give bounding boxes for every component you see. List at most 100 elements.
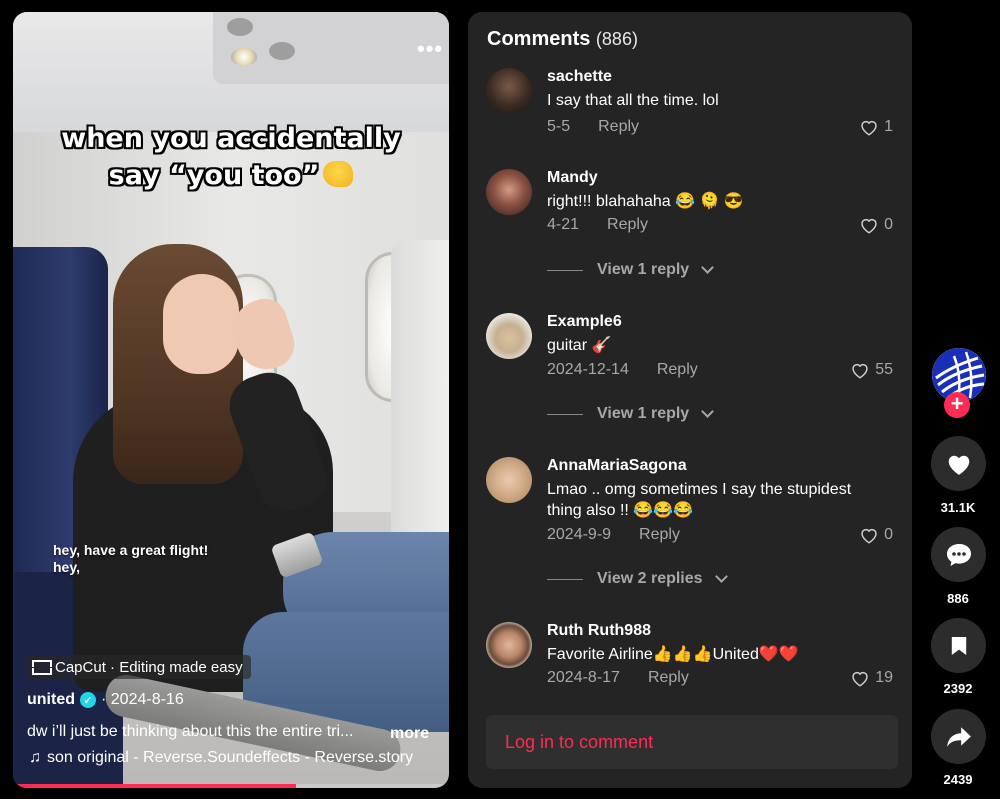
avatar[interactable]: [486, 68, 532, 114]
comment-username[interactable]: Mandy: [547, 169, 598, 187]
comment-date: 4-21: [547, 216, 580, 233]
chevron-down-icon: [714, 570, 728, 583]
subtitle-line: hey,: [53, 559, 80, 575]
reply-button[interactable]: Reply: [657, 361, 698, 379]
heart-icon: [948, 455, 969, 475]
comment-like-button[interactable]: 0: [859, 526, 893, 544]
divider-line: [547, 578, 583, 580]
like-button[interactable]: [931, 436, 986, 491]
comments-title-label: Comments: [487, 28, 591, 50]
comment-meta: 4-21 Reply: [547, 216, 648, 234]
description-more-button[interactable]: more: [390, 725, 429, 743]
share-arrow-icon: [946, 726, 971, 747]
comment-bubble-icon: [946, 543, 971, 566]
heart-outline-icon: [861, 529, 877, 544]
divider-line: [547, 413, 583, 415]
comment-date: 2024-12-14: [547, 361, 629, 378]
reading-light: [227, 18, 253, 36]
capcut-badge[interactable]: CapCut · Editing made easy: [26, 655, 251, 679]
video-progress-fill: [13, 784, 297, 788]
music-note-icon: ♫: [29, 749, 41, 766]
avatar[interactable]: [486, 313, 532, 359]
heart-outline-icon: [852, 672, 868, 687]
comment-date: 2024-8-17: [547, 669, 620, 686]
view-replies-button[interactable]: View 1 reply: [547, 261, 715, 279]
comment-username[interactable]: sachette: [547, 68, 612, 86]
view-replies-label: View 2 replies: [597, 570, 703, 587]
view-replies-label: View 1 reply: [597, 261, 690, 278]
bookmark-icon: [951, 636, 966, 655]
video-description: dw i’ll just be thinking about this the …: [27, 723, 354, 740]
save-button[interactable]: [931, 618, 986, 673]
comment-like-button[interactable]: 1: [859, 118, 893, 136]
comment-like-count: 1: [884, 118, 893, 135]
like-count: 31.1K: [940, 500, 976, 515]
comment-date: 2024-9-9: [547, 526, 612, 543]
login-to-comment-button[interactable]: Log in to comment: [486, 715, 898, 769]
view-replies-button[interactable]: View 2 replies: [547, 570, 728, 588]
chevron-down-icon: [701, 261, 715, 274]
person-face: [163, 274, 239, 374]
comments-title: Comments (886): [487, 28, 638, 51]
seat-back: [391, 240, 449, 540]
divider-line: [547, 269, 583, 271]
share-count: 2439: [943, 772, 973, 787]
login-to-comment-label: Log in to comment: [505, 732, 654, 752]
comment-text: right!!! blahahaha 😂 🫠 😎: [547, 193, 744, 210]
comment-text: I say that all the time. lol: [547, 92, 719, 109]
reply-button[interactable]: Reply: [598, 118, 639, 136]
comments-count: (886): [595, 29, 638, 49]
heart-outline-icon: [852, 364, 868, 379]
comment-username[interactable]: Ruth Ruth988: [547, 622, 651, 640]
video-player[interactable]: ••• when you accidentally say “you too” …: [13, 12, 449, 788]
reading-light: [231, 48, 257, 66]
verified-badge-icon: ✓: [80, 692, 96, 708]
comment-meta: 5-5 Reply: [547, 118, 639, 136]
comment-button[interactable]: [931, 527, 986, 582]
capcut-label: CapCut · Editing made easy: [55, 658, 243, 676]
avatar[interactable]: [486, 169, 532, 215]
reply-button[interactable]: Reply: [648, 669, 689, 687]
comment-like-count: 55: [875, 361, 893, 378]
comment-text: Favorite Airline👍👍👍United❤️❤️: [547, 646, 799, 663]
comment-like-button[interactable]: 19: [850, 669, 893, 687]
comment-meta: 2024-8-17 Reply: [547, 669, 689, 687]
comment-meta: 2024-9-9 Reply: [547, 526, 680, 544]
reply-button[interactable]: Reply: [639, 526, 680, 544]
comment-like-count: 0: [884, 216, 893, 233]
caption-line: say “you too”: [13, 157, 449, 194]
reading-light: [269, 42, 295, 60]
avatar[interactable]: [486, 622, 532, 668]
comment-like-count: 19: [875, 669, 893, 686]
comment-like-count: 0: [884, 526, 893, 543]
melting-face-emoji-icon: [323, 161, 354, 187]
comment-text: Lmao .. omg sometimes I say the stupides…: [547, 481, 852, 519]
capcut-icon: [32, 660, 52, 675]
follow-button[interactable]: +: [944, 392, 970, 418]
reply-button[interactable]: Reply: [607, 216, 648, 234]
comment-like-button[interactable]: 0: [859, 216, 893, 234]
comment-text: guitar 🎸: [547, 337, 612, 354]
comment-like-button[interactable]: 55: [850, 361, 893, 379]
comment-username[interactable]: AnnaMariaSagona: [547, 457, 687, 475]
comment-username[interactable]: Example6: [547, 313, 622, 331]
share-button[interactable]: [931, 709, 986, 764]
video-subtitle: hey, have a great flight! hey,: [53, 542, 208, 576]
subtitle-line: hey, have a great flight!: [53, 542, 209, 558]
comment-count: 886: [947, 591, 969, 606]
video-caption: when you accidentally say “you too”: [13, 120, 449, 194]
author-row: united ✓ · 2024-8-16: [27, 691, 184, 709]
avatar[interactable]: [486, 457, 532, 503]
music-row[interactable]: ♫ son original - Reverse.Soundeffects - …: [29, 749, 413, 767]
overhead-panel: [213, 12, 449, 84]
post-date: · 2024-8-16: [101, 691, 184, 708]
heart-outline-icon: [861, 219, 877, 234]
view-replies-label: View 1 reply: [597, 405, 690, 422]
comment-date: 5-5: [547, 118, 571, 135]
caption-line: when you accidentally: [61, 123, 401, 154]
music-title: son original - Reverse.Soundeffects - Re…: [47, 749, 414, 766]
view-replies-button[interactable]: View 1 reply: [547, 405, 715, 423]
heart-outline-icon: [861, 121, 877, 136]
author-name[interactable]: united: [27, 691, 75, 709]
chevron-down-icon: [701, 405, 715, 418]
